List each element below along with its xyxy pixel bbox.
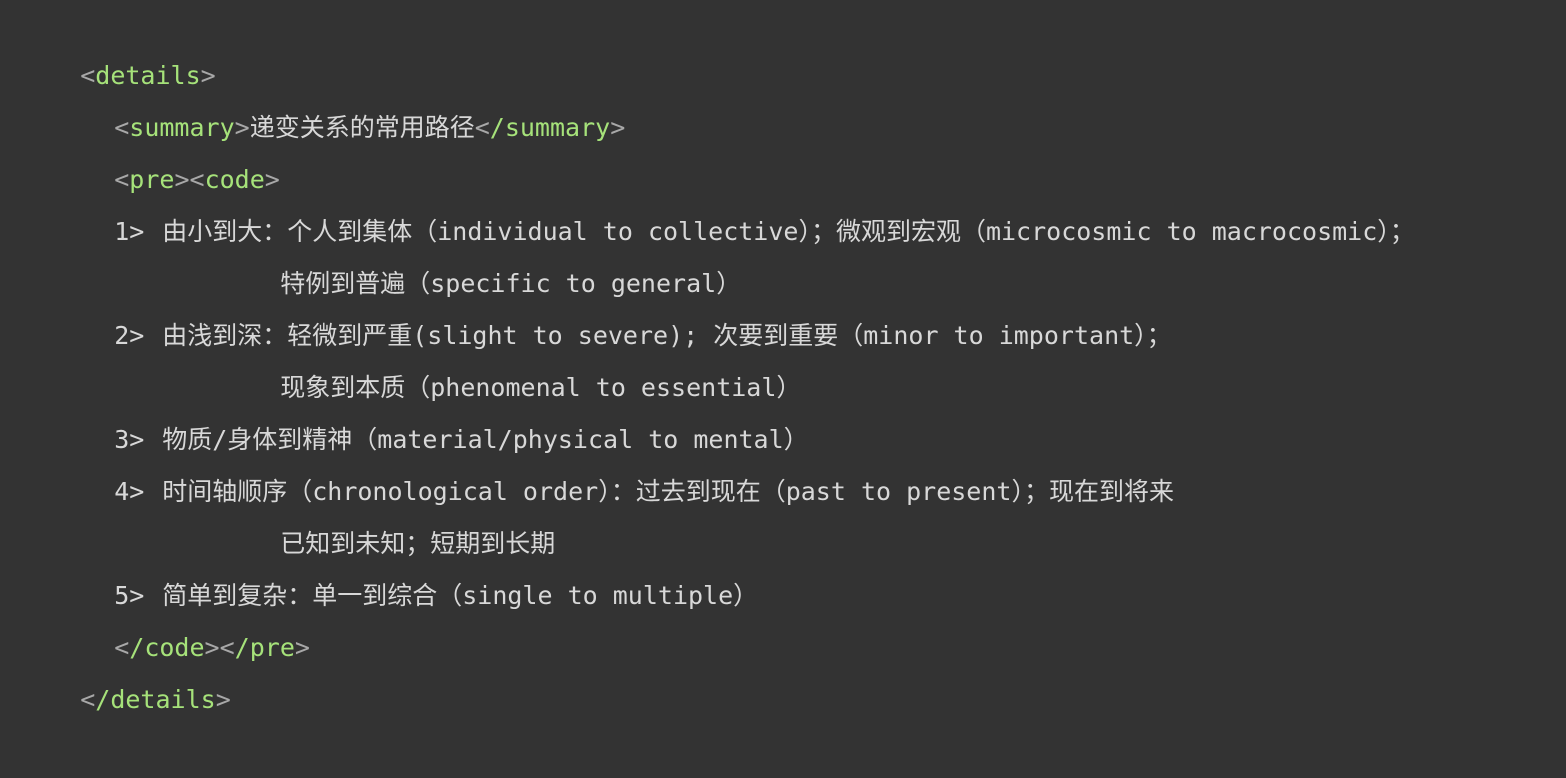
details-open-line: <details> <box>20 0 215 90</box>
angle-bracket: > <box>294 633 310 662</box>
list-item: 2> 由浅到深：轻微到严重(slight to severe); 次要到重要（mi… <box>54 258 1171 350</box>
tag-name: /pre <box>234 633 295 662</box>
angle-bracket: < <box>474 113 490 142</box>
list-item: 5> 简单到复杂：单一到综合（single to multiple） <box>54 518 758 610</box>
item-number: 1> <box>114 217 145 246</box>
item-number: 4> <box>114 477 145 506</box>
details-close-line: </details> <box>20 622 231 714</box>
list-item: 1> 由小到大：个人到集体（individual to collective）；微… <box>54 154 1415 246</box>
summary-text: 递变关系的常用路径 <box>249 113 475 142</box>
list-item-continuation: 已知到未知；短期到长期 <box>220 466 555 558</box>
list-item: 4> 时间轴顺序（chronological order）：过去到现在（past … <box>54 414 1174 506</box>
angle-bracket: < <box>80 685 96 714</box>
tag-name: /details <box>95 685 216 714</box>
list-item: 3> 物质/身体到精神（material/physical to mental） <box>54 362 808 454</box>
pre-code-open-line: <pre><code> <box>54 102 280 194</box>
item-number: 2> <box>114 321 145 350</box>
pre-code-close-line: </code></pre> <box>54 570 310 662</box>
tag-name: /summary <box>489 113 611 142</box>
list-item-continuation: 现象到本质（phenomenal to essential） <box>220 310 801 402</box>
summary-line: <summary>递变关系的常用路径</summary> <box>54 50 625 142</box>
list-item-continuation: 特例到普遍（specific to general） <box>220 206 741 298</box>
angle-bracket: > <box>610 113 626 142</box>
angle-bracket: > <box>215 685 231 714</box>
code-editor: <details> <summary>递变关系的常用路径</summary> <… <box>0 0 1566 714</box>
